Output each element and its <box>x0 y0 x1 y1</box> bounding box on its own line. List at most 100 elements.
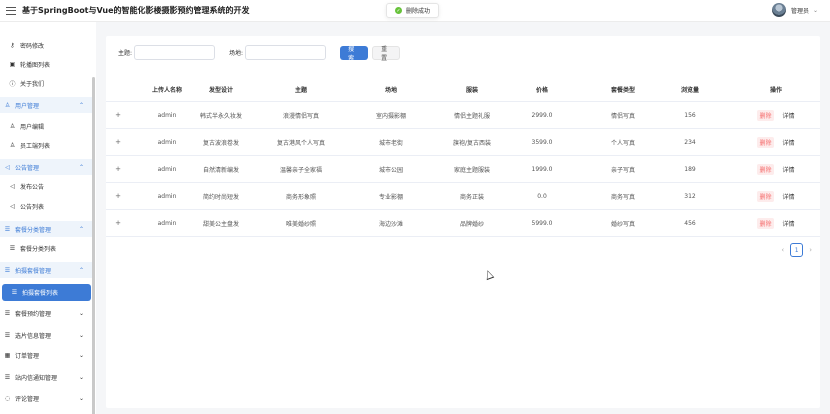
next-page-button[interactable]: › <box>809 246 812 254</box>
sidebar-item[interactable]: ☰ 拍摄套餐列表 <box>2 284 91 301</box>
sidebar-item-label: 公告管理 <box>15 164 40 172</box>
table-header: 上传人名称 发型设计 主题 场地 服装 价格 套餐类型 浏览量 操作 <box>106 77 820 102</box>
cell-venue: 城市公园 <box>378 166 403 174</box>
expand-toggle-icon[interactable]: + <box>114 183 122 209</box>
cell-venue: 专业影棚 <box>378 193 403 201</box>
page-number-button[interactable]: 1 <box>790 243 804 257</box>
expand-toggle-icon[interactable]: + <box>114 129 122 155</box>
prev-page-button[interactable]: ‹ <box>781 246 784 254</box>
delete-button[interactable]: 删除 <box>757 163 774 175</box>
theme-input[interactable] <box>134 45 216 60</box>
chevron-down-icon[interactable]: ⌄ <box>813 7 818 14</box>
sidebar-item[interactable]: ☰ 选片信息管理 ⌄ <box>0 327 92 343</box>
search-button[interactable]: 搜 索 <box>340 45 369 62</box>
sidebar-scrollbar[interactable] <box>92 77 95 414</box>
sidebar-item[interactable]: ♙ 用户管理 ⌃ <box>0 97 92 113</box>
delete-button[interactable]: 删除 <box>757 109 774 121</box>
expand-toggle-icon[interactable]: + <box>114 156 122 182</box>
sidebar-item[interactable]: ⚷ 密码修改 <box>0 37 92 53</box>
sidebar-item[interactable]: ◁ 发布公告 <box>0 178 92 194</box>
sidebar-item-label: 拍摄套餐管理 <box>15 267 52 275</box>
cell-price: 0.0 <box>537 192 547 200</box>
sidebar-item-label: 用户管理 <box>15 102 40 110</box>
package-table: 上传人名称 发型设计 主题 场地 服装 价格 套餐类型 浏览量 操作 + admi… <box>106 77 820 237</box>
theme-label: 主题: <box>118 50 133 57</box>
user-name[interactable]: 管理员 <box>791 6 809 15</box>
cell-views: 234 <box>684 138 696 146</box>
list-icon: ☰ <box>4 225 11 233</box>
chevron-down-icon[interactable]: ⌄ <box>79 395 84 402</box>
cell-package-type: 商务写真 <box>610 193 635 201</box>
list-icon: ☰ <box>9 244 16 252</box>
delete-button[interactable]: 删除 <box>757 136 774 148</box>
sidebar-item[interactable]: ▦ 订单管理 ⌄ <box>0 347 92 363</box>
cell-price: 5999.0 <box>531 219 553 227</box>
table-row: + admin 甜美公主盘发 唯美婚纱照 海边沙滩 品牌婚纱 5999.0 婚纱写真 456 删除… <box>106 210 820 237</box>
user-icon: ♙ <box>9 141 16 149</box>
chevron-up-icon[interactable]: ⌃ <box>79 226 84 233</box>
delete-button[interactable]: 删除 <box>757 190 774 202</box>
sidebar-item-label: 用户编辑 <box>20 123 45 131</box>
sidebar-item[interactable]: ▣ 轮播图列表 <box>0 56 92 72</box>
list-icon: ☰ <box>4 266 11 274</box>
cell-price: 3599.0 <box>531 138 553 146</box>
column-header: 操作 <box>769 86 782 94</box>
menu-toggle-icon[interactable] <box>6 6 16 15</box>
row-actions: 删除 详情 <box>734 156 818 182</box>
app-title: 基于SpringBoot与Vue的智能化影楼摄影预约管理系统的开发 <box>22 6 250 15</box>
chevron-up-icon[interactable]: ⌃ <box>79 267 84 274</box>
detail-button[interactable]: 详情 <box>783 219 795 228</box>
sidebar-item[interactable]: ♙ 员工端列表 <box>0 137 92 153</box>
filter-bar: 主题: 场地: 搜 索 重 置 <box>118 45 401 62</box>
reset-button[interactable]: 重 置 <box>372 45 401 62</box>
chevron-down-icon[interactable]: ⌄ <box>79 310 84 317</box>
sidebar-item-label: 轮播图列表 <box>20 61 51 69</box>
chevron-down-icon[interactable]: ⌄ <box>79 374 84 381</box>
sidebar-item-label: 订单管理 <box>15 352 40 360</box>
pagination: ‹ 1 › <box>781 243 812 257</box>
venue-input[interactable] <box>245 45 327 60</box>
detail-button[interactable]: 详情 <box>783 165 795 174</box>
user-menu[interactable]: 管理员 ⌄ <box>771 3 818 17</box>
chevron-down-icon[interactable]: ⌄ <box>79 332 84 339</box>
toast-message: 删除成功 <box>406 8 431 15</box>
cell-hairstyle: 韩式半永久妆发 <box>199 112 242 120</box>
calendar-icon: ▦ <box>4 351 11 359</box>
sidebar-item[interactable]: ☰ 拍摄套餐管理 ⌃ <box>0 262 92 278</box>
cell-hairstyle: 自然清新编发 <box>202 166 239 174</box>
column-header: 上传人名称 <box>151 86 182 94</box>
cell-costume: 商务正装 <box>459 193 484 201</box>
table-row: + admin 简约时尚短发 商务形象照 专业影棚 商务正装 0.0 商务写真 312 删除 详情 <box>106 183 820 210</box>
chevron-up-icon[interactable]: ⌃ <box>79 164 84 171</box>
detail-button[interactable]: 详情 <box>783 192 795 201</box>
cell-theme: 浪漫情侣写真 <box>282 112 319 120</box>
avatar[interactable] <box>771 3 786 17</box>
chevron-up-icon[interactable]: ⌃ <box>79 102 84 109</box>
column-header: 套餐类型 <box>610 86 635 94</box>
sidebar-item-label: 选片信息管理 <box>15 332 52 340</box>
main-panel: 主题: 场地: 搜 索 重 置 上传人名称 发型设计 主题 场地 服装 价格 套… <box>106 36 820 408</box>
expand-toggle-icon[interactable]: + <box>114 102 122 128</box>
detail-button[interactable]: 详情 <box>783 111 795 120</box>
sidebar-item[interactable]: ⓘ 关于我们 <box>0 75 92 91</box>
cell-hairstyle: 甜美公主盘发 <box>202 220 239 228</box>
sidebar-item[interactable]: ◁ 公告管理 ⌃ <box>0 159 92 175</box>
sidebar-item[interactable]: ☰ 站内信通知管理 ⌄ <box>0 369 92 385</box>
cell-theme: 商务形象照 <box>285 193 316 201</box>
sidebar-item[interactable]: ◁ 公告列表 <box>0 198 92 214</box>
sidebar-item[interactable]: ☰ 套餐分类管理 ⌃ <box>0 221 92 237</box>
cell-package-type: 情侣写真 <box>610 112 635 120</box>
sidebar-item-label: 密码修改 <box>20 42 45 50</box>
sidebar-item[interactable]: ♙ 用户编辑 <box>0 118 92 134</box>
sidebar-item[interactable]: ◌ 评论管理 ⌄ <box>0 390 92 406</box>
row-actions: 删除 详情 <box>734 129 818 155</box>
cell-uploader: admin <box>157 138 177 146</box>
chevron-down-icon[interactable]: ⌄ <box>79 352 84 359</box>
sidebar-item-label: 套餐分类列表 <box>20 245 57 253</box>
detail-button[interactable]: 详情 <box>783 138 795 147</box>
row-actions: 删除 详情 <box>734 183 818 209</box>
sidebar-item[interactable]: ☰ 套餐分类列表 <box>0 240 92 256</box>
sidebar-item[interactable]: ☰ 套餐预约管理 ⌄ <box>0 305 92 321</box>
expand-toggle-icon[interactable]: + <box>114 210 122 236</box>
delete-button[interactable]: 删除 <box>757 217 774 229</box>
